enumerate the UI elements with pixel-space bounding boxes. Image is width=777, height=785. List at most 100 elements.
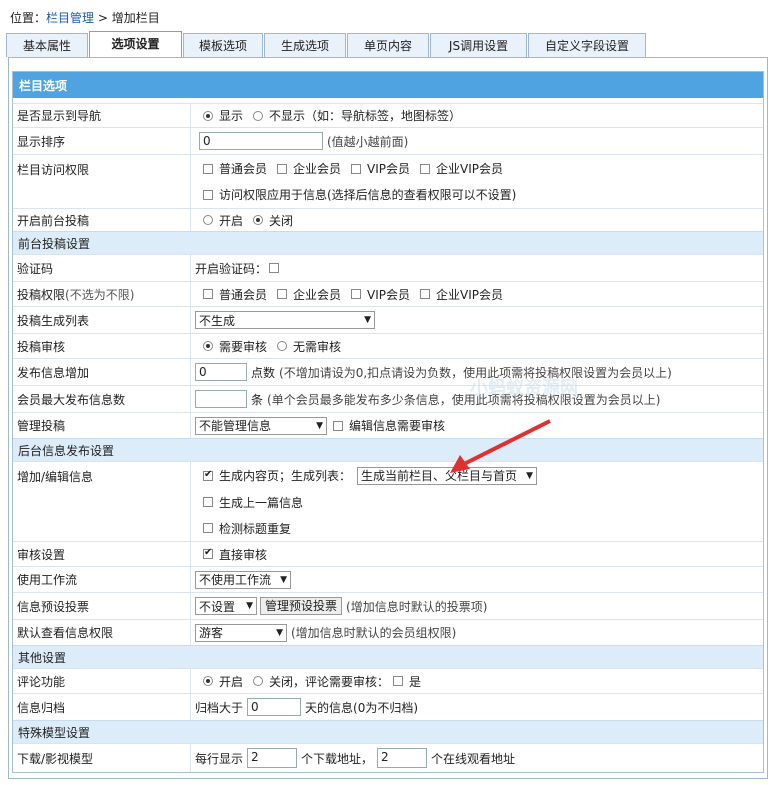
comment-on-radio[interactable] (203, 676, 213, 686)
checkbox-label: 检测标题重复 (219, 521, 292, 536)
front-submit-on-radio[interactable] (203, 215, 213, 225)
captcha-checkbox[interactable] (269, 263, 280, 273)
label-main: 投稿权限 (17, 287, 66, 302)
access-normal-checkbox[interactable] (203, 163, 213, 174)
tab-custom-fields[interactable]: 自定义字段设置 (528, 33, 646, 57)
breadcrumb-link[interactable]: 栏目管理 (46, 11, 94, 25)
points-input[interactable]: 0 (195, 363, 247, 381)
gen-prev-checkbox[interactable] (203, 497, 213, 508)
row-submit-perm: 投稿权限 (不选为不限) 普通会员 企业会员 VIP会员 企业VIP会员 (13, 281, 763, 306)
row-label: 增加/编辑信息 (17, 469, 94, 484)
checkbox-label: 普通会员 (219, 287, 268, 302)
checkbox-label: VIP会员 (367, 287, 411, 302)
front-submit-off-radio[interactable] (253, 215, 264, 225)
dup-title-checkbox[interactable] (203, 523, 213, 534)
archive-days-input[interactable]: 0 (247, 698, 302, 716)
archive-post-text: 天的信息(0为不归档) (305, 700, 419, 715)
comment-off-radio[interactable] (253, 676, 264, 686)
row-addedit: 增加/编辑信息 生成内容页；生成列表： 生成当前栏目、父栏目与首页▼ 生成上一篇… (13, 461, 763, 541)
perm-vip-checkbox[interactable] (351, 289, 362, 299)
row-vote: 信息预设投票 不设置 ▼ 管理预设投票 (增加信息时默认的投票项) (13, 592, 763, 619)
row-access: 栏目访问权限 普通会员 企业会员 VIP会员 企业VIP会员 访问权限应用于信息… (13, 154, 763, 208)
section-other: 其他设置 (13, 645, 763, 668)
row-label: 信息预设投票 (17, 599, 90, 614)
view-perm-select[interactable]: 游客 ▼ (195, 623, 287, 642)
row-captcha: 验证码 开启验证码： (13, 254, 763, 281)
row-order: 显示排序 0 (值越小越前面) (13, 127, 763, 154)
checkbox-label: 生成上一篇信息 (219, 495, 304, 510)
breadcrumb-current: 增加栏目 (111, 11, 160, 25)
select-value: 不设置 (199, 599, 236, 614)
captcha-text: 开启验证码： (195, 261, 268, 276)
chevron-down-icon: ▼ (280, 574, 287, 585)
nav-show-radio[interactable] (203, 110, 213, 121)
radio-label: 关闭，评论需要审核： (269, 674, 390, 689)
gen-content-checkbox[interactable] (203, 469, 213, 481)
unit-text: 条 (251, 392, 264, 407)
section-front-submit: 前台投稿设置 (13, 231, 763, 254)
perm-normal-checkbox[interactable] (203, 289, 213, 299)
row-workflow: 使用工作流 不使用工作流 ▼ (13, 566, 763, 592)
row-maxpost: 会员最大发布信息数 条 (单个会员最多能发布多少条信息，使用此项需将投稿权限设置为… (13, 385, 763, 412)
row-label: 开启前台投稿 (17, 213, 90, 228)
hint-text: (值越小越前面) (327, 134, 409, 149)
nav-hide-radio[interactable] (253, 110, 264, 121)
perm-evip-checkbox[interactable] (420, 289, 431, 299)
download-pre-text: 每行显示 (195, 751, 244, 766)
manage-vote-button[interactable]: 管理预设投票 (260, 597, 343, 615)
access-enterprise-checkbox[interactable] (277, 163, 288, 174)
access-apply-checkbox[interactable] (203, 189, 213, 200)
row-label: 是否显示到导航 (17, 109, 102, 123)
row-label: 栏目访问权限 (17, 162, 90, 177)
comment-review-checkbox[interactable] (393, 676, 404, 686)
checkbox-label: 生成内容页；生成列表： (219, 469, 352, 484)
checkbox-label: 企业会员 (293, 287, 342, 302)
manage-select[interactable]: 不能管理信息 ▼ (195, 416, 327, 435)
checkbox-label: 普通会员 (219, 162, 268, 176)
chevron-down-icon: ▼ (364, 315, 371, 325)
perm-enterprise-checkbox[interactable] (277, 289, 288, 299)
review-need-radio[interactable] (203, 341, 213, 351)
row-view-perm: 默认查看信息权限 游客 ▼ (增加信息时默认的会员组权限) (13, 619, 763, 645)
radio-label: 需要审核 (219, 339, 268, 354)
row-label: 信息归档 (17, 700, 66, 715)
checkbox-label: 是 (409, 674, 422, 689)
breadcrumb-sep: > (94, 11, 112, 25)
tab-js[interactable]: JS调用设置 (430, 33, 527, 57)
tab-generate[interactable]: 生成选项 (264, 33, 346, 57)
breadcrumb-prefix: 位置： (10, 11, 47, 25)
section-backend: 后台信息发布设置 (13, 438, 763, 461)
radio-label: 显示 (219, 109, 244, 123)
download-count-input[interactable]: 2 (247, 748, 298, 768)
vote-select[interactable]: 不设置 ▼ (195, 597, 257, 615)
annotation-arrow-icon (450, 419, 551, 473)
tab-basic[interactable]: 基本属性 (6, 33, 88, 57)
radio-label: 无需审核 (293, 339, 342, 354)
panel-header: 栏目选项 (13, 72, 763, 98)
hint-text: (增加信息时默认的会员组权限) (291, 626, 457, 640)
checkbox-label: 企业VIP会员 (436, 162, 504, 176)
direct-audit-checkbox[interactable] (203, 547, 213, 559)
row-label: 管理投稿 (17, 419, 66, 433)
tab-template[interactable]: 模板选项 (183, 33, 263, 57)
order-input[interactable]: 0 (199, 132, 323, 150)
checkbox-label: 编辑信息需要审核 (349, 419, 446, 433)
edit-review-checkbox[interactable] (333, 420, 343, 431)
access-vip-checkbox[interactable] (351, 163, 362, 174)
tab-page-content[interactable]: 单页内容 (347, 33, 429, 57)
review-none-radio[interactable] (277, 341, 288, 351)
access-evip-checkbox[interactable] (420, 163, 431, 174)
row-comment: 评论功能 开启 关闭，评论需要审核： 是 (13, 668, 763, 693)
row-archive: 信息归档 归档大于 0 天的信息(0为不归档) (13, 693, 763, 720)
maxpost-input[interactable] (195, 390, 247, 408)
checkbox-label: 直接审核 (219, 547, 268, 562)
radio-label: 开启 (219, 213, 244, 228)
select-value: 不使用工作流 (199, 573, 272, 587)
row-front-submit: 开启前台投稿 开启 关闭 (13, 208, 763, 231)
workflow-select[interactable]: 不使用工作流 ▼ (195, 570, 291, 589)
section-special: 特殊模型设置 (13, 720, 763, 743)
tab-options[interactable]: 选项设置 (89, 31, 182, 59)
gen-list-select[interactable]: 不生成 ▼ (195, 311, 375, 329)
online-count-input[interactable]: 2 (377, 748, 428, 768)
unit-text: 点数 (251, 365, 276, 380)
